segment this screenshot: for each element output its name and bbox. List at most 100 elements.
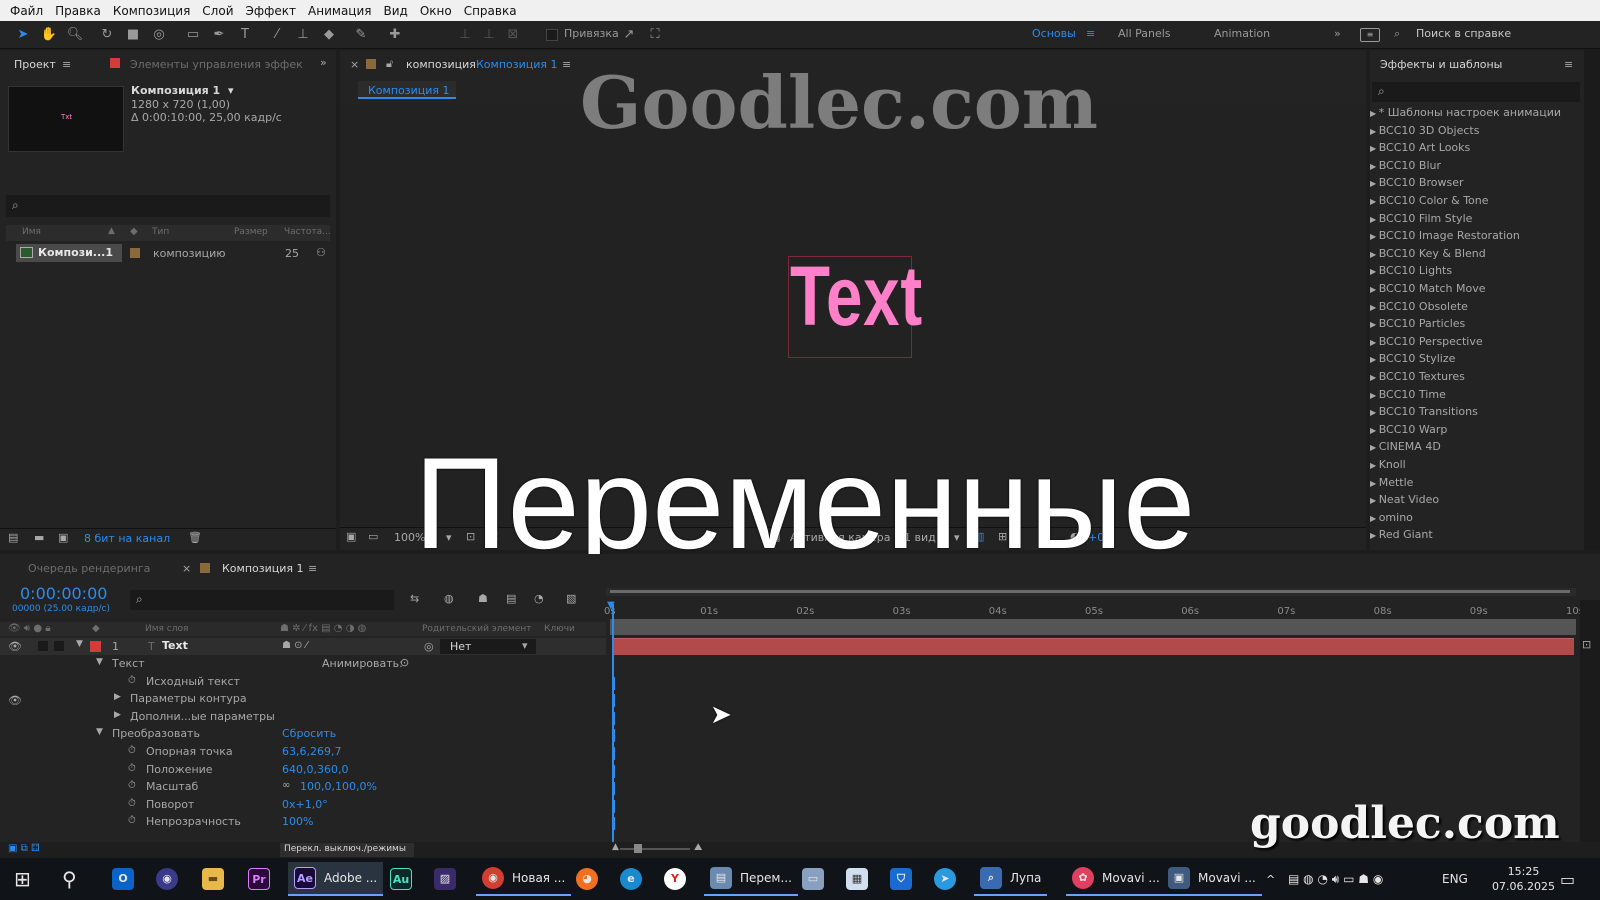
stopwatch-icon[interactable]: ⏱ xyxy=(128,798,136,809)
timeline-search-input[interactable] xyxy=(130,590,394,610)
pan-behind-tool-icon[interactable]: ◎ xyxy=(150,26,168,44)
clone-stamp-tool-icon[interactable]: ⊥ xyxy=(294,26,312,44)
yandex-icon[interactable]: Y xyxy=(664,868,686,890)
taskbar-movavi-1[interactable]: ✿ Movavi ... xyxy=(1066,862,1166,896)
expand-arrow-icon[interactable]: ▶ xyxy=(1370,426,1379,435)
help-search-input[interactable]: Поиск в справке xyxy=(1416,27,1511,40)
effects-list-item[interactable]: ▶ BCC10 Key & Blend xyxy=(1370,247,1486,260)
taskbar-magnifier[interactable]: ⌕ Лупа xyxy=(974,862,1048,896)
menu-animation[interactable]: Анимация xyxy=(302,4,377,18)
col-parent[interactable]: Родительский элемент xyxy=(422,624,531,634)
project-search-input[interactable] xyxy=(6,195,330,217)
expand-arrow-icon[interactable]: ▶ xyxy=(1370,443,1379,452)
workspace-menu-icon[interactable]: ≡ xyxy=(1086,27,1095,40)
effects-list-item[interactable]: ▶ BCC10 Obsolete xyxy=(1370,300,1468,313)
zoom-slider-handle[interactable] xyxy=(634,844,642,853)
snap-checkbox[interactable] xyxy=(546,29,558,41)
effects-list-item[interactable]: ▶ BCC10 3D Objects xyxy=(1370,124,1479,137)
zoom-tool-icon[interactable]: 🔍︎ xyxy=(66,26,84,44)
rectangle-tool-icon[interactable]: ▭ xyxy=(184,26,202,44)
comp-button-icon[interactable]: ⊡ xyxy=(1582,638,1591,651)
menu-layer[interactable]: Слой xyxy=(196,4,239,18)
parent-pickwhip-icon[interactable]: ◎ xyxy=(424,640,434,653)
expand-property-icon[interactable]: ▶ xyxy=(114,710,121,720)
expand-arrow-icon[interactable]: ▶ xyxy=(1370,355,1379,364)
menu-window[interactable]: Окно xyxy=(414,4,458,18)
rotate-tool-icon[interactable]: ↻ xyxy=(98,26,116,44)
menu-composition[interactable]: Композиция xyxy=(107,4,196,18)
effects-list-item[interactable]: ▶ BCC10 Particles xyxy=(1370,317,1465,330)
current-time-indicator[interactable] xyxy=(612,604,614,844)
expand-arrow-icon[interactable]: ▶ xyxy=(1370,285,1379,294)
expand-arrow-icon[interactable]: ▶ xyxy=(1370,479,1379,488)
property-value[interactable]: 0x+1,0° xyxy=(282,798,328,811)
expand-arrow-icon[interactable]: ▶ xyxy=(1370,373,1379,382)
effects-list-item[interactable]: ▶ BCC10 Lights xyxy=(1370,264,1452,277)
tray-icons[interactable]: ▤ ◍ ◔ 🔊︎ ▭ ☗ ◉ xyxy=(1288,862,1383,896)
layer-duration-bar[interactable] xyxy=(614,638,1574,655)
axis-local-icon[interactable]: ⊥ xyxy=(456,26,474,44)
bit-depth-button[interactable]: 8 бит на канал xyxy=(84,532,170,545)
col-layer-name[interactable]: Имя слоя xyxy=(145,624,188,634)
more-workspaces-icon[interactable]: » xyxy=(1334,27,1341,40)
outlook-icon[interactable]: O xyxy=(112,868,134,890)
parent-chevron-icon[interactable]: ▾ xyxy=(522,639,528,652)
expand-property-icon[interactable]: ▼ xyxy=(96,727,103,737)
col-name[interactable]: Имя xyxy=(22,227,41,237)
snap-options-icon[interactable]: ↗ xyxy=(620,26,638,44)
expand-arrow-icon[interactable]: ▶ xyxy=(1370,303,1379,312)
expand-layer-icon[interactable]: ▼ xyxy=(76,639,83,649)
expand-arrow-icon[interactable]: ▶ xyxy=(1370,162,1379,171)
eraser-tool-icon[interactable]: ◆ xyxy=(320,26,338,44)
flowchart-icon[interactable]: ⚇ xyxy=(316,246,326,259)
frame-blending-icon[interactable]: ▤ xyxy=(506,592,516,605)
camera-tool-icon[interactable]: ■ xyxy=(124,26,142,44)
current-timecode[interactable]: 0:00:00:00 xyxy=(20,584,107,603)
expand-arrow-icon[interactable]: ▶ xyxy=(1370,109,1379,118)
expand-arrow-icon[interactable]: ▶ xyxy=(1370,215,1379,224)
tab-project[interactable]: Проект xyxy=(14,58,56,71)
expand-arrow-icon[interactable]: ▶ xyxy=(1370,267,1379,276)
work-area-range[interactable] xyxy=(610,590,1570,593)
motion-blur-icon[interactable]: ◔ xyxy=(534,592,544,605)
app-circle-icon[interactable]: ◉ xyxy=(156,868,178,890)
taskbar-after-effects[interactable]: Ae Adobe ... xyxy=(288,862,384,896)
time-navigator[interactable] xyxy=(610,619,1576,635)
audition-icon[interactable]: Au xyxy=(390,868,412,890)
effects-list-item[interactable]: ▶ BCC10 Film Style xyxy=(1370,212,1472,225)
comp-mini-flowchart-icon[interactable]: ⇆ xyxy=(410,592,419,605)
tray-chevron-icon[interactable]: ^ xyxy=(1266,862,1275,896)
lock-box[interactable] xyxy=(54,641,64,651)
windows-start-icon[interactable]: ⊞ xyxy=(14,862,31,896)
effects-list-item[interactable]: ▶ BCC10 Art Looks xyxy=(1370,141,1470,154)
expand-arrow-icon[interactable]: ▶ xyxy=(1370,391,1379,400)
edge-icon[interactable]: e xyxy=(620,868,642,890)
lock-icon[interactable]: 🔓︎ xyxy=(386,57,393,71)
effects-list-item[interactable]: ▶ Mettle xyxy=(1370,476,1413,489)
constrain-proportions-icon[interactable]: ∞ xyxy=(282,780,290,791)
draft-3d-icon[interactable]: ◍ xyxy=(444,592,454,605)
menu-edit[interactable]: Правка xyxy=(49,4,107,18)
expand-arrow-icon[interactable]: ▶ xyxy=(1370,232,1379,241)
workspace-animation[interactable]: Animation xyxy=(1214,27,1270,40)
expand-arrow-icon[interactable]: ▶ xyxy=(1370,127,1379,136)
stopwatch-icon[interactable]: ⏱ xyxy=(128,780,136,791)
stopwatch-icon[interactable]: ⏱ xyxy=(128,763,136,774)
effects-list-item[interactable]: ▶ CINEMA 4D xyxy=(1370,440,1441,453)
effects-list-item[interactable]: ▶ Red Giant xyxy=(1370,528,1433,541)
viewer-tab-prefix[interactable]: композиция xyxy=(406,58,476,71)
panel-menu-icon[interactable]: ≡ xyxy=(62,58,71,71)
col-size[interactable]: Размер xyxy=(234,227,268,237)
property-value[interactable]: 100,0,100,0% xyxy=(300,780,377,793)
firefox-icon[interactable]: ◕ xyxy=(576,868,598,890)
puppet-tool-icon[interactable]: ✚ xyxy=(386,26,404,44)
selection-tool-icon[interactable]: ➤ xyxy=(14,26,32,44)
property-value[interactable]: 63,6,269,7 xyxy=(282,745,341,758)
type-tool-icon[interactable]: T xyxy=(236,26,254,44)
display-icon[interactable]: ▭ xyxy=(368,530,378,543)
expand-arrow-icon[interactable]: ▶ xyxy=(1370,197,1379,206)
expand-arrow-icon[interactable]: ▶ xyxy=(1370,514,1379,523)
effects-list-item[interactable]: ▶ BCC10 Image Restoration xyxy=(1370,229,1520,242)
zoom-out-icon[interactable]: ▲ xyxy=(612,842,619,852)
chevron-down-icon[interactable]: ▾ xyxy=(228,84,234,97)
